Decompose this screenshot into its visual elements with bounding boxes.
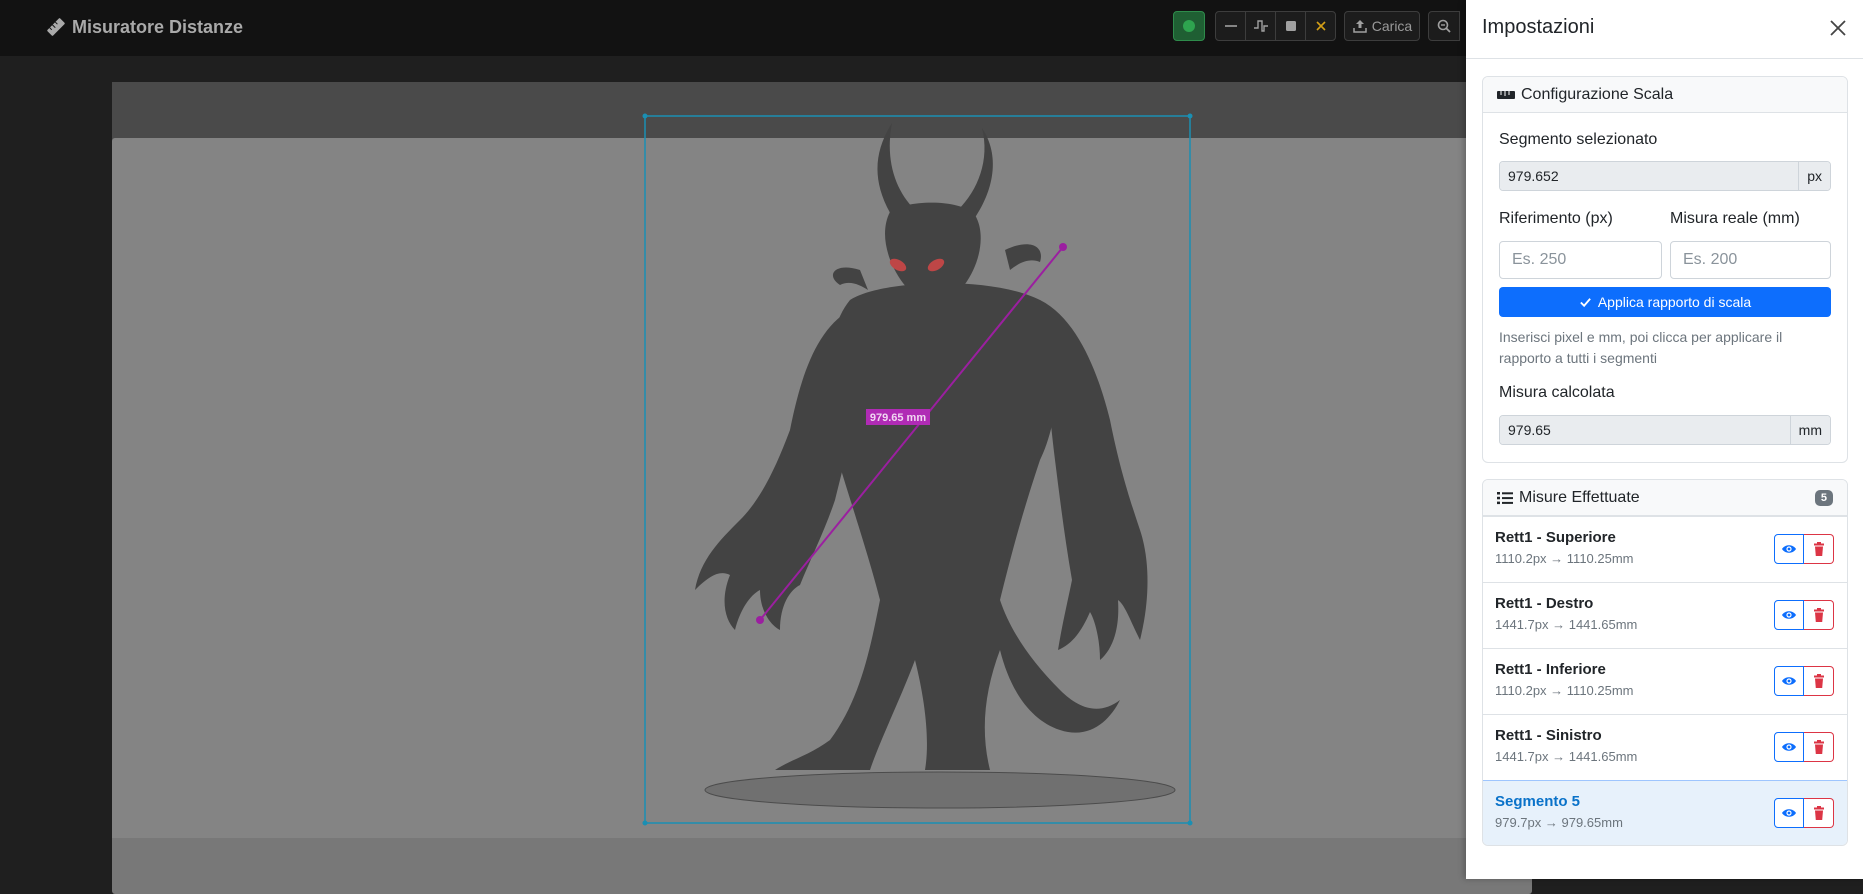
measures-card-title: Misure Effettuate xyxy=(1519,488,1640,506)
measure-item[interactable]: Rett1 - Superiore 1110.2px → 1110.25mm xyxy=(1483,516,1847,582)
scale-help-text: Inserisci pixel e mm, poi clicca per app… xyxy=(1499,329,1783,366)
measure-item-meta: 979.7px → 979.65mm xyxy=(1495,815,1623,830)
measures-card: Misure Effettuate 5 Rett1 - Superiore 11… xyxy=(1482,479,1848,846)
eye-icon xyxy=(1782,545,1796,553)
settings-panel: Impostazioni Configurazione Scala Segmen… xyxy=(1466,0,1863,879)
real-measure-input[interactable] xyxy=(1670,241,1831,279)
selected-segment-value: 979.652 xyxy=(1500,162,1799,190)
measure-item[interactable]: Rett1 - Destro 1441.7px → 1441.65mm xyxy=(1483,582,1847,648)
reference-px-input[interactable] xyxy=(1499,241,1662,279)
scale-config-card: Configurazione Scala Segmento selezionat… xyxy=(1482,76,1848,463)
measures-card-header: Misure Effettuate 5 xyxy=(1483,480,1847,516)
calculated-measure-value: 979.65 xyxy=(1500,416,1790,444)
selected-segment-group: 979.652 px xyxy=(1499,161,1831,191)
calculated-measure-unit: mm xyxy=(1789,416,1830,444)
close-icon[interactable] xyxy=(1827,17,1849,39)
rect-handle-br[interactable] xyxy=(1187,820,1193,826)
scale-card-header: Configurazione Scala xyxy=(1483,77,1847,113)
real-measure-label: Misura reale (mm) xyxy=(1670,210,1800,227)
trash-icon xyxy=(1813,806,1824,820)
show-measure-button[interactable] xyxy=(1774,600,1804,630)
measure-item-name: Rett1 - Destro xyxy=(1495,595,1594,612)
apply-scale-label: Applica rapporto di scala xyxy=(1597,294,1752,310)
delete-measure-button[interactable] xyxy=(1804,666,1834,696)
reference-px-label: Riferimento (px) xyxy=(1499,210,1613,227)
eye-icon xyxy=(1782,611,1796,619)
delete-measure-button[interactable] xyxy=(1804,534,1834,564)
measure-item-meta: 1110.2px → 1110.25mm xyxy=(1495,551,1634,566)
measures-count-badge: 5 xyxy=(1814,490,1833,506)
segment-endpoint-end[interactable] xyxy=(756,616,764,624)
ruler-icon xyxy=(1497,90,1515,99)
measure-item-name: Rett1 - Superiore xyxy=(1495,529,1616,546)
calculated-measure-group: 979.65 mm xyxy=(1499,415,1831,445)
check-icon xyxy=(1580,297,1591,307)
trash-icon xyxy=(1813,542,1824,556)
measure-item[interactable]: Rett1 - Sinistro 1441.7px → 1441.65mm xyxy=(1483,714,1847,780)
selected-segment-unit: px xyxy=(1798,162,1830,190)
calculated-measure-label: Misura calcolata xyxy=(1499,384,1615,401)
scale-card-title: Configurazione Scala xyxy=(1521,85,1674,103)
measure-item-selected[interactable]: Segmento 5 979.7px → 979.65mm xyxy=(1483,780,1847,845)
show-measure-button[interactable] xyxy=(1774,798,1804,828)
panel-title: Impostazioni xyxy=(1482,16,1595,38)
segment-endpoint-start[interactable] xyxy=(1059,243,1067,251)
rect-handle-tl[interactable] xyxy=(642,113,648,119)
measure-item-name: Rett1 - Inferiore xyxy=(1495,661,1606,678)
eye-icon xyxy=(1782,677,1796,685)
delete-measure-button[interactable] xyxy=(1804,732,1834,762)
show-measure-button[interactable] xyxy=(1774,732,1804,762)
measure-item-meta: 1441.7px → 1441.65mm xyxy=(1495,617,1638,632)
trash-icon xyxy=(1813,674,1824,688)
delete-measure-button[interactable] xyxy=(1804,798,1834,828)
eye-icon xyxy=(1782,809,1796,817)
measure-item[interactable]: Rett1 - Inferiore 1110.2px → 1110.25mm xyxy=(1483,648,1847,714)
canvas-dim-layer xyxy=(112,82,1466,838)
rect-handle-bl[interactable] xyxy=(642,820,648,826)
canvas-overlay[interactable]: 979.65 mm xyxy=(0,0,1466,879)
show-measure-button[interactable] xyxy=(1774,666,1804,696)
show-measure-button[interactable] xyxy=(1774,534,1804,564)
measure-item-name: Rett1 - Sinistro xyxy=(1495,727,1602,744)
apply-scale-button[interactable]: Applica rapporto di scala xyxy=(1499,287,1831,317)
segment-label: 979.65 mm xyxy=(870,412,926,424)
panel-header: Impostazioni xyxy=(1466,0,1863,59)
measure-item-meta: 1441.7px → 1441.65mm xyxy=(1495,749,1638,764)
list-icon xyxy=(1497,491,1513,504)
rect-handle-tr[interactable] xyxy=(1187,113,1193,119)
selected-segment-label: Segmento selezionato xyxy=(1499,131,1658,148)
trash-icon xyxy=(1813,740,1824,754)
eye-icon xyxy=(1782,743,1796,751)
measure-item-meta: 1110.2px → 1110.25mm xyxy=(1495,683,1634,698)
delete-measure-button[interactable] xyxy=(1804,600,1834,630)
measure-item-name: Segmento 5 xyxy=(1495,793,1581,810)
trash-icon xyxy=(1813,608,1824,622)
